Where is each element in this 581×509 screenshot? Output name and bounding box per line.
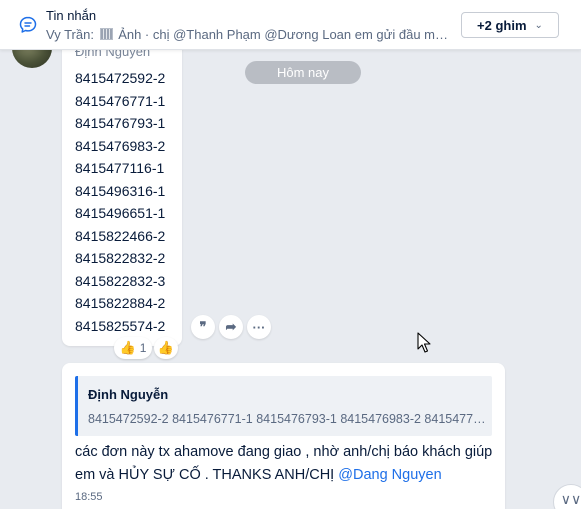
forward-button[interactable]: ➦ [219, 315, 243, 339]
message-text: các đơn này tx ahamove đang giao , nhờ a… [75, 441, 495, 487]
mouse-cursor-icon [417, 332, 431, 353]
forward-icon: ➦ [225, 319, 237, 334]
list-item: 8415822832-2 [75, 250, 166, 266]
list-item: 8415825574-2 [75, 317, 166, 334]
list-item: 8415822466-2 [75, 227, 166, 244]
reply-message[interactable]: Định Nguyễn 8415472592-2 8415476771-1 84… [62, 363, 505, 509]
more-pins-label: +2 ghim [477, 17, 527, 33]
list-item: 8415496316-1 [75, 182, 166, 199]
list-item: 8415476771-1 [75, 92, 166, 109]
order-list-message[interactable]: Định Nguyễn 8415472592-2 8415476771-1 84… [62, 30, 182, 346]
more-options-button[interactable]: ··· [247, 315, 271, 339]
scroll-down-icon: ∨∨ [560, 491, 581, 507]
thumbs-up-icon: 👍 [157, 340, 175, 355]
date-separator: Hôm nay [245, 61, 361, 84]
message-time: 18:55 [75, 491, 103, 503]
pinned-title: Tin nhắn [46, 8, 97, 23]
pinned-preview-sender: Vy Trần: [46, 27, 94, 42]
reaction-summary[interactable]: 👍 1 [114, 337, 152, 359]
quote-reply-button[interactable]: ❞ [191, 315, 215, 339]
pinned-messages-bar[interactable]: Tin nhắn Vy Trần: Ảnh · chị @Thanh Phạm … [0, 0, 581, 50]
list-item: 8415472592-2 [75, 70, 166, 86]
scroll-down-button[interactable]: ∨∨ [553, 484, 581, 509]
mention-link[interactable]: @Dang Nguyen [338, 467, 441, 483]
reaction-count: 1 [139, 341, 147, 355]
quote-icon: ❞ [199, 319, 207, 334]
chat-bubble-icon [19, 16, 37, 33]
list-item: 8415476793-1 [75, 115, 166, 131]
pinned-preview[interactable]: Vy Trần: Ảnh · chị @Thanh Phạm @Dương Lo… [46, 27, 451, 42]
order-list: 8415472592-2 8415476771-1 8415476793-1 8… [75, 67, 165, 337]
list-item: 8415822832-3 [75, 272, 166, 289]
list-item: 8415496651-1 [75, 205, 166, 221]
pinned-preview-text: Ảnh · chị @Thanh Phạm @Dương Loan em gửi… [118, 27, 451, 42]
quoted-message[interactable]: Định Nguyễn 8415472592-2 8415476771-1 84… [75, 376, 492, 436]
quoted-sender-name: Định Nguyễn [88, 387, 169, 402]
list-item: 8415822884-2 [75, 295, 166, 311]
thumbs-up-icon: 👍 [119, 340, 136, 355]
image-thumbnail-icon [99, 28, 113, 40]
list-item: 8415477116-1 [75, 160, 165, 176]
list-item: 8415476983-2 [75, 137, 166, 154]
react-button[interactable]: 👍 [154, 337, 178, 359]
chevron-down-icon: ⌄ [534, 19, 543, 31]
quoted-text: 8415472592-2 8415476771-1 8415476793-1 8… [88, 412, 488, 426]
more-pins-button[interactable]: +2 ghim ⌄ [461, 12, 559, 38]
more-icon: ··· [252, 319, 266, 335]
